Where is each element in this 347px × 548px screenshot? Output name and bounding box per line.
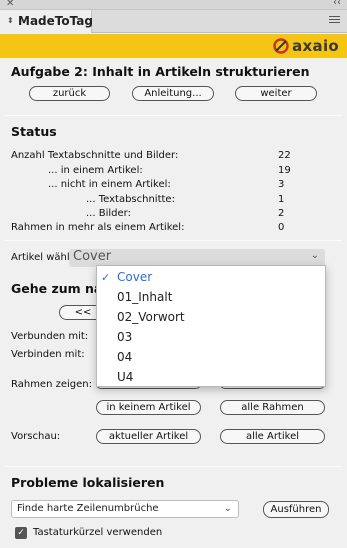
all-frames-button[interactable]: alle Rahmen	[220, 400, 325, 415]
status-value-in-article: 19	[278, 165, 291, 176]
status-value-total: 22	[278, 150, 291, 161]
status-label-text-sections: ... Textabschnitte:	[86, 194, 175, 205]
back-button[interactable]: zurück	[29, 86, 110, 101]
article-option[interactable]: U4	[117, 370, 133, 384]
show-frames-label: Rahmen zeigen:	[11, 379, 92, 390]
panel-menu-icon[interactable]	[329, 16, 340, 26]
checkmark-icon: ✓	[101, 271, 111, 284]
axaio-logo-text: axaio	[292, 37, 339, 55]
article-dropdown-menu: ✓ Cover 01_Inhalt 02_Vorwort 03 04 U4	[96, 265, 326, 387]
current-article-button[interactable]: aktueller Artikel	[96, 429, 201, 444]
divider	[5, 115, 342, 116]
shortcut-checkbox[interactable]: ✓	[15, 527, 27, 539]
axaio-logo: axaio	[273, 37, 339, 55]
next-button[interactable]: weiter	[235, 86, 317, 101]
guide-button[interactable]: Anleitung...	[132, 86, 214, 101]
up-down-arrows-icon: ⬍	[7, 16, 14, 25]
status-value-multi-article: 0	[278, 222, 285, 233]
panel-tab[interactable]: ⬍ MadeToTag	[0, 10, 93, 33]
task-heading: Aufgabe 2: Inhalt in Artikeln strukturie…	[11, 64, 310, 79]
connect-with-label: Verbinden mit:	[11, 349, 85, 360]
article-option[interactable]: 01_Inhalt	[117, 290, 172, 304]
problems-heading: Probleme lokalisieren	[11, 475, 165, 490]
collapse-panel-icon[interactable]: ‹‹	[333, 0, 341, 8]
problem-type-select[interactable]: Finde harte Zeilenumbrüche ⌄	[11, 500, 239, 518]
status-label-multi-article: Rahmen in mehr als einem Artikel:	[11, 222, 185, 233]
problem-type-value: Finde harte Zeilenumbrüche	[17, 503, 159, 514]
brand-bar: axaio	[0, 34, 347, 58]
preview-label: Vorschau:	[11, 431, 61, 442]
axaio-logo-icon	[273, 38, 289, 54]
article-option[interactable]: 04	[117, 350, 132, 364]
status-label-not-in-article: ... nicht in einem Artikel:	[48, 179, 171, 190]
divider	[5, 240, 342, 241]
status-value-not-in-article: 3	[278, 179, 285, 190]
panel-tab-bar: ⬍ MadeToTag	[0, 10, 347, 33]
status-value-images: 2	[278, 208, 285, 219]
close-icon[interactable]: ✕	[6, 0, 14, 9]
divider	[5, 466, 342, 467]
not-in-article-button[interactable]: in keinem Artikel	[96, 400, 201, 415]
chevron-down-icon: ⌄	[223, 503, 232, 514]
all-articles-button[interactable]: alle Artikel	[220, 429, 325, 444]
connected-with-label: Verbunden mit:	[11, 331, 89, 342]
status-label-images: ... Bilder:	[86, 208, 131, 219]
status-heading: Status	[11, 124, 57, 139]
article-option[interactable]: 02_Vorwort	[117, 310, 185, 324]
article-option[interactable]: Cover	[117, 270, 152, 284]
panel-tab-title: MadeToTag	[18, 14, 93, 28]
chevron-down-icon: ⌄	[310, 250, 319, 261]
run-button[interactable]: Ausführen	[263, 501, 329, 518]
article-select-value: Cover	[73, 249, 112, 264]
shortcut-label: Tastaturkürzel verwenden	[33, 527, 163, 538]
article-option[interactable]: 03	[117, 330, 132, 344]
window-title-strip: ✕ ‹‹	[0, 0, 347, 10]
status-label-in-article: ... in einem Artikel:	[48, 165, 143, 176]
status-label-total: Anzahl Textabschnitte und Bilder:	[11, 150, 179, 161]
status-value-text-sections: 1	[278, 194, 285, 205]
goto-heading: Gehe zum näc	[11, 281, 110, 296]
